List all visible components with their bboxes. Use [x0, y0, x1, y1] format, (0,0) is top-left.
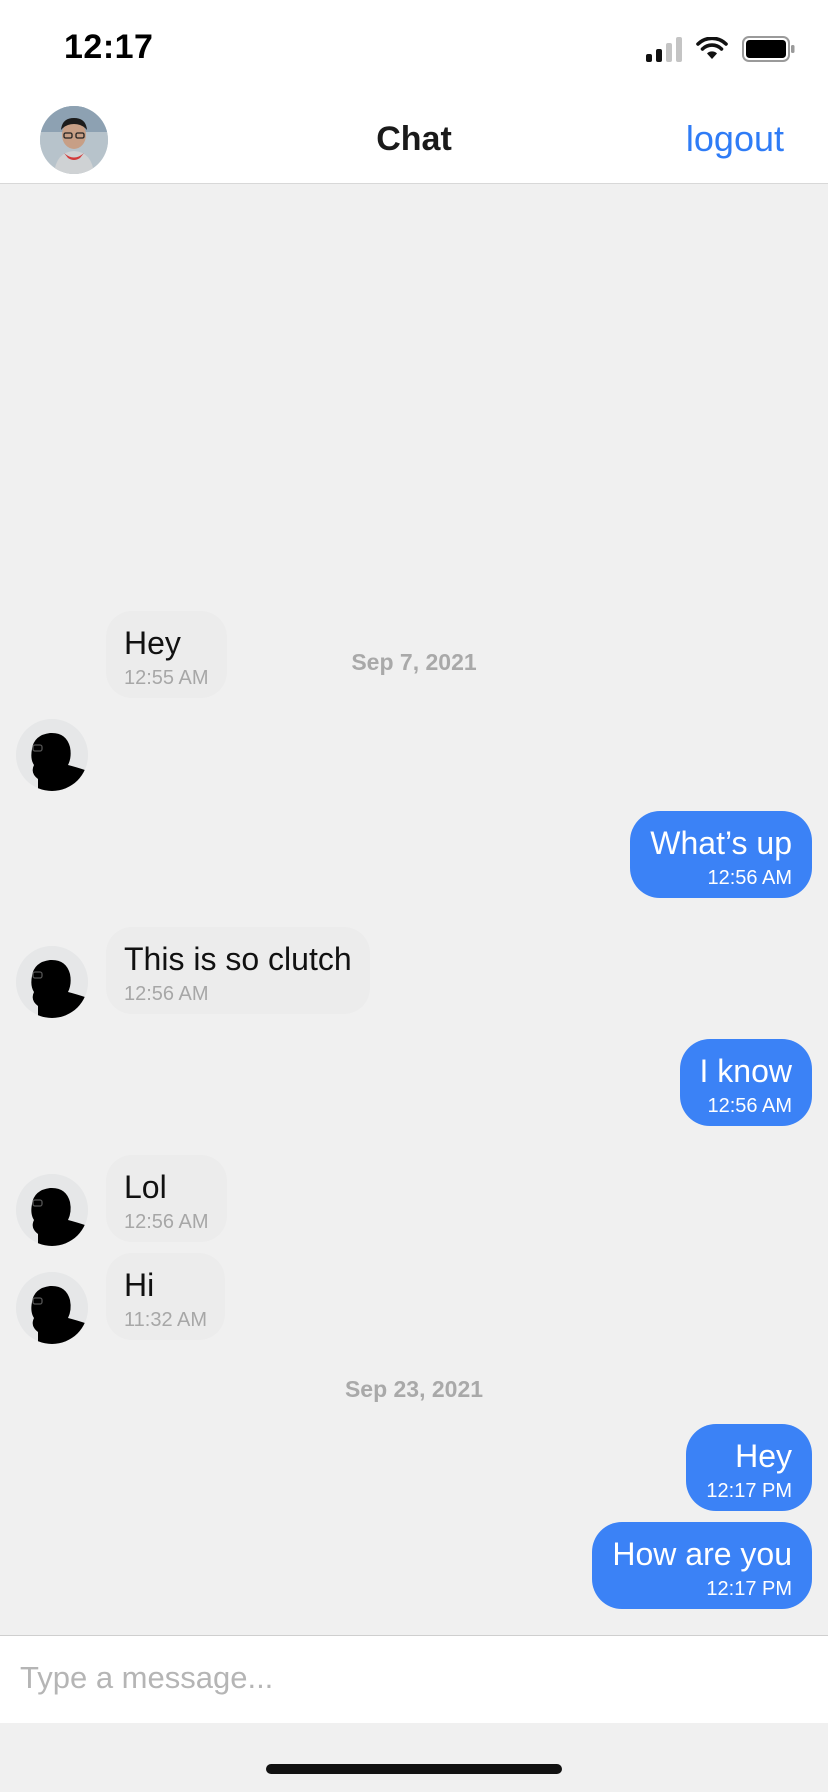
message-bubble-outgoing[interactable]: How are you 12:17 PM: [592, 1522, 812, 1609]
contact-avatar: [16, 946, 88, 1018]
message-text: I know: [699, 1053, 792, 1089]
date-separator: Sep 23, 2021: [344, 1376, 484, 1402]
message-text: Hi: [124, 1267, 155, 1303]
message-bubble-incoming[interactable]: This is so clutch 12:56 AM: [106, 927, 370, 1014]
message-bubble-outgoing[interactable]: I know 12:56 AM: [679, 1039, 812, 1126]
status-bar: 12:17: [0, 0, 828, 96]
status-time: 12:17: [64, 28, 154, 66]
message-time: 12:55 AM: [124, 667, 209, 689]
message-time: 12:56 AM: [124, 1211, 209, 1233]
chat-header: Chat logout: [0, 96, 828, 184]
message-text: What’s up: [650, 825, 792, 861]
message-text: Hey: [735, 1438, 792, 1474]
status-icons: [646, 34, 796, 64]
message-bubble-outgoing[interactable]: What’s up 12:56 AM: [630, 811, 812, 898]
contact-avatar: [16, 719, 88, 791]
message-time: 12:17 PM: [706, 1578, 792, 1600]
message-text: Hey: [124, 625, 181, 661]
home-indicator: [266, 1764, 562, 1774]
message-input[interactable]: [20, 1650, 800, 1706]
message-time: 12:56 AM: [124, 983, 209, 1005]
message-time: 12:56 AM: [707, 867, 792, 889]
message-list[interactable]: Sep 7, 2021 Hey 12:55 AM What’s up 12:56…: [0, 185, 828, 1635]
message-text: How are you: [612, 1536, 792, 1572]
message-bubble-incoming[interactable]: Hey 12:55 AM: [106, 611, 227, 698]
message-time: 12:56 AM: [707, 1095, 792, 1117]
message-bubble-incoming[interactable]: Hi 11:32 AM: [106, 1253, 226, 1340]
contact-avatar: [16, 1174, 88, 1246]
cellular-signal-icon: [646, 36, 682, 62]
message-time: 11:32 AM: [124, 1309, 208, 1331]
battery-icon: [742, 36, 796, 62]
contact-avatar: [16, 1272, 88, 1344]
logout-button[interactable]: logout: [686, 118, 784, 160]
message-time: 12:17 PM: [706, 1480, 792, 1502]
message-bubble-incoming[interactable]: Lol 12:56 AM: [106, 1155, 227, 1242]
wifi-icon: [696, 37, 728, 61]
composer-bar: [0, 1635, 828, 1723]
message-text: This is so clutch: [124, 941, 352, 977]
message-bubble-outgoing[interactable]: Hey 12:17 PM: [686, 1424, 812, 1511]
message-text: Lol: [124, 1169, 167, 1205]
